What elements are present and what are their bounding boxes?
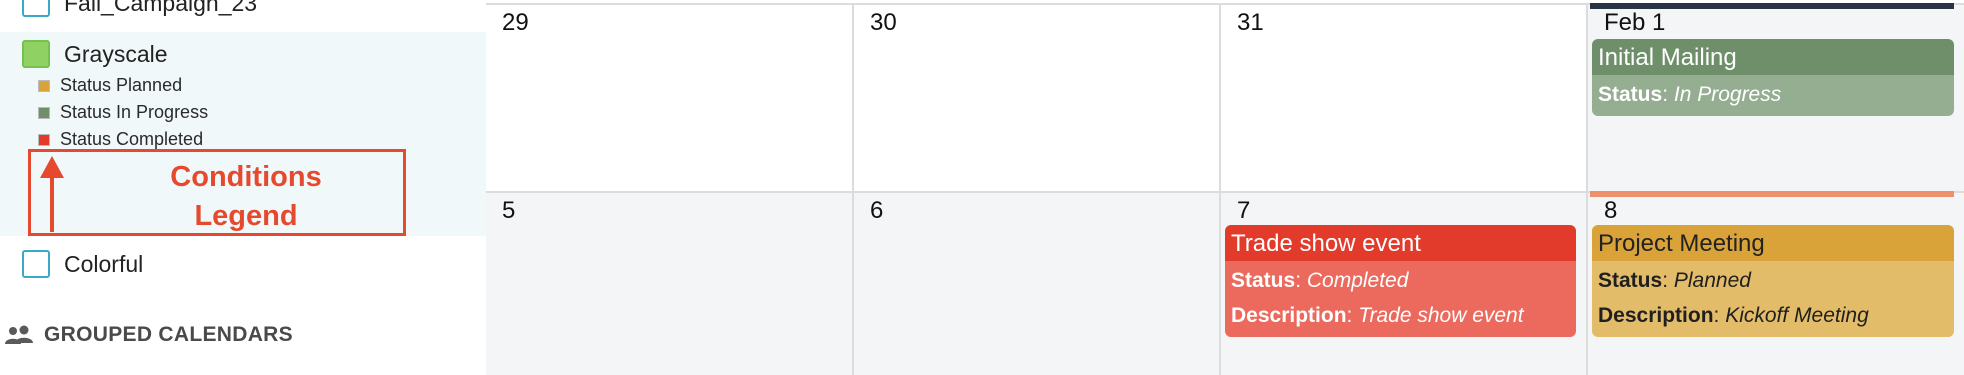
day-cell[interactable]: 31 (1221, 3, 1588, 191)
calendar-checkbox[interactable] (22, 40, 50, 68)
calendar-item-colorful[interactable]: Colorful (0, 246, 486, 282)
annotation-callout: Conditions Legend (28, 149, 406, 236)
day-cell[interactable]: 8 Project Meeting Status: Planned Descri… (1588, 191, 1964, 375)
day-number: 6 (870, 197, 884, 224)
day-number: 5 (502, 197, 516, 224)
event-field-value: Kickoff Meeting (1725, 304, 1869, 327)
event-details: Status: Completed Description: Trade sho… (1225, 261, 1576, 337)
event-field-key: Description (1231, 304, 1347, 327)
day-indicator-bar (1590, 191, 1954, 197)
event-status-line: Status: In Progress (1598, 83, 1782, 106)
day-number: Feb 1 (1604, 9, 1666, 36)
event-details: Status: Planned Description: Kickoff Mee… (1592, 261, 1954, 337)
event-status-line: Status: Planned (1598, 269, 1751, 292)
event-title: Trade show event (1225, 225, 1576, 261)
event-status-line: Status: Completed (1231, 269, 1409, 292)
day-number: 7 (1237, 197, 1251, 224)
grouped-calendars-header[interactable]: GROUPED CALENDARS (0, 318, 293, 352)
users-group-icon (5, 325, 33, 344)
day-number: 8 (1604, 197, 1618, 224)
calendar-month-grid: 29 30 31 Feb 1 Initial Mailing Status: I… (486, 0, 1964, 375)
legend-item-planned: Status Planned (38, 72, 208, 99)
event-field-value: Trade show event (1358, 304, 1524, 327)
grouped-calendars-title: GROUPED CALENDARS (44, 323, 293, 346)
day-cell[interactable]: 6 (854, 191, 1221, 375)
arrow-up-icon (40, 156, 64, 232)
day-cell[interactable]: 7 Trade show event Status: Completed Des… (1221, 191, 1588, 375)
event-field-key: Status (1598, 83, 1663, 106)
day-number: 31 (1237, 9, 1264, 36)
event-field-key: Status (1231, 269, 1296, 292)
day-number: 30 (870, 9, 897, 36)
legend-color-swatch (38, 79, 50, 92)
event-trade-show[interactable]: Trade show event Status: Completed Descr… (1225, 225, 1576, 337)
day-cell[interactable]: 29 (486, 3, 854, 191)
legend-color-swatch (38, 133, 50, 146)
calendar-checkbox[interactable] (22, 250, 50, 278)
calendar-item-label: Fall_Campaign_23 (64, 0, 258, 16)
event-project-meeting[interactable]: Project Meeting Status: Planned Descript… (1592, 225, 1954, 337)
conditions-legend: Status Planned Status In Progress Status… (38, 72, 208, 153)
event-field-value: In Progress (1673, 83, 1782, 106)
legend-color-swatch (38, 106, 50, 119)
calendar-item-label: Colorful (64, 250, 144, 277)
event-details: Status: In Progress (1592, 75, 1954, 116)
legend-label: Status Planned (60, 75, 183, 95)
event-description-line: Description: Kickoff Meeting (1598, 304, 1869, 327)
calendar-sidebar: Fall_Campaign_23 Grayscale Status Planne… (0, 0, 486, 375)
legend-item-in-progress: Status In Progress (38, 99, 208, 126)
event-initial-mailing[interactable]: Initial Mailing Status: In Progress (1592, 39, 1954, 116)
day-cell[interactable]: 5 (486, 191, 854, 375)
event-field-key: Status (1598, 269, 1663, 292)
calendar-item-fall-campaign[interactable]: Fall_Campaign_23 (0, 0, 486, 20)
event-field-value: Planned (1673, 269, 1751, 292)
event-field-value: Completed (1306, 269, 1409, 292)
event-field-key: Description (1598, 304, 1714, 327)
annotation-text: Conditions Legend (121, 158, 371, 236)
event-description-line: Description: Trade show event (1231, 304, 1524, 327)
day-cell[interactable]: Feb 1 Initial Mailing Status: In Progres… (1588, 3, 1964, 191)
legend-label: Status In Progress (60, 102, 209, 122)
annotation-line: Conditions (170, 161, 322, 193)
event-title: Project Meeting (1592, 225, 1954, 261)
legend-label: Status Completed (60, 129, 204, 149)
day-number: 29 (502, 9, 529, 36)
event-title: Initial Mailing (1592, 39, 1954, 75)
calendar-checkbox[interactable] (22, 0, 50, 17)
annotation-line: Legend (194, 200, 298, 232)
day-cell[interactable]: 30 (854, 3, 1221, 191)
calendar-item-label: Grayscale (64, 41, 168, 67)
